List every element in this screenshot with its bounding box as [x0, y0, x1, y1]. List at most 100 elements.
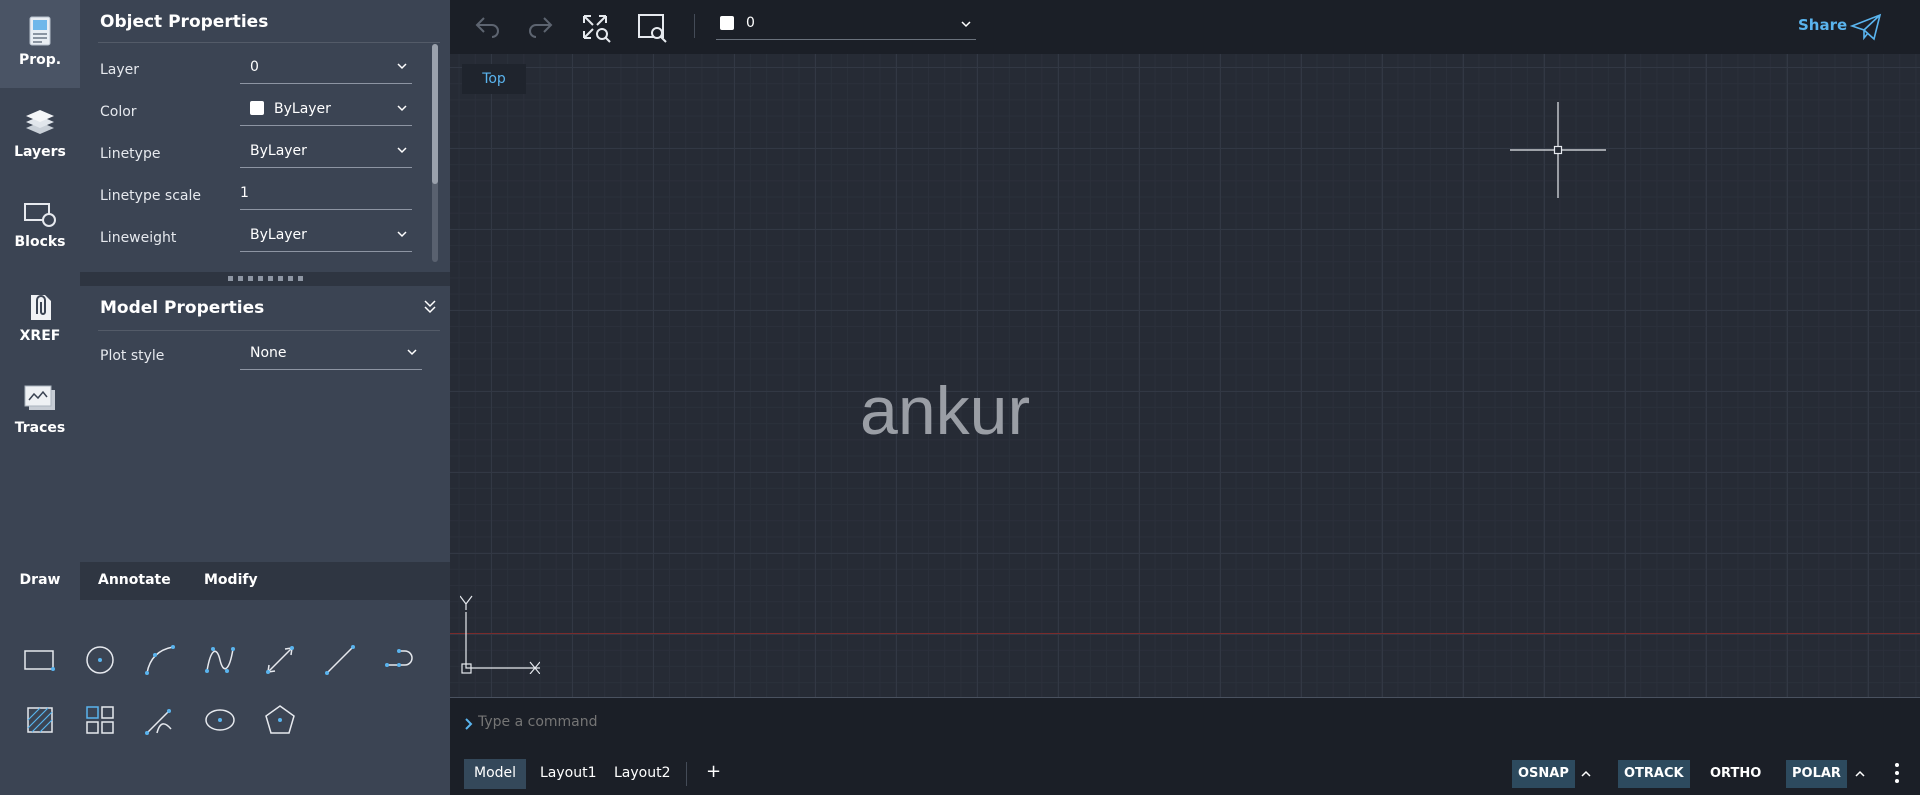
rail-item-blocks[interactable]: Blocks [0, 184, 80, 272]
array-icon [86, 706, 114, 734]
tab-modify[interactable]: Modify [204, 562, 258, 600]
drawing-canvas[interactable]: Top ankur [450, 54, 1920, 698]
rail-label-blocks: Blocks [14, 234, 66, 250]
prop-row-layer: Layer 0 [100, 52, 435, 92]
dimension-icon [266, 646, 294, 674]
paperclip-icon [31, 295, 51, 320]
drawing-text[interactable]: ankur [860, 372, 1030, 450]
ellipse-icon [205, 709, 235, 731]
redo-icon[interactable] [526, 14, 554, 38]
ellipse-tool[interactable] [200, 700, 240, 740]
linetype-scale-input[interactable]: 1 [240, 178, 412, 210]
spline-tool[interactable] [200, 640, 240, 680]
layout-tab-model[interactable]: Model [464, 759, 527, 789]
rail-item-xref[interactable]: XREF [0, 276, 80, 364]
splitter-handle[interactable] [228, 276, 308, 282]
polyline-icon [385, 649, 413, 667]
layer-select[interactable]: 0 [240, 52, 412, 84]
rail-item-traces[interactable]: Traces [0, 368, 80, 456]
circle-tool[interactable] [80, 640, 120, 680]
chevron-right-icon [465, 718, 473, 730]
rail-label-xref: XREF [19, 328, 61, 344]
layers-icon [26, 110, 54, 134]
model-properties-title: Model Properties [100, 298, 265, 318]
view-cube-label[interactable]: Top [462, 64, 526, 94]
color-select[interactable]: ByLayer [240, 94, 412, 126]
chevron-down-icon [397, 105, 407, 112]
plot-style-select[interactable]: None [240, 338, 422, 370]
hatch-icon [27, 707, 53, 733]
collapse-chevrons-icon[interactable] [423, 298, 437, 314]
rail-item-properties[interactable]: Prop. [0, 0, 80, 88]
undo-icon[interactable] [474, 14, 502, 38]
status-bar: Model Layout1 Layout2 + OSNAP OTRACK ORT… [450, 750, 1920, 795]
traces-icon [24, 385, 55, 410]
linetype-select[interactable]: ByLayer [240, 136, 412, 168]
toolbar-divider [694, 14, 695, 38]
color-value: ByLayer [274, 101, 331, 117]
chevron-down-icon [407, 349, 417, 356]
chevron-up-icon[interactable] [1854, 769, 1866, 779]
polar-toggle[interactable]: POLAR [1786, 760, 1847, 788]
linetype-scale-value: 1 [240, 185, 249, 201]
tab-draw[interactable]: Draw [0, 562, 80, 600]
rectangle-icon [24, 650, 55, 671]
hatch-tool[interactable] [20, 700, 60, 740]
divider [98, 330, 440, 331]
zoom-window-icon[interactable] [636, 12, 668, 44]
circle-icon [86, 646, 114, 674]
draw-panel: Draw Annotate Modify [0, 562, 450, 795]
zoom-extents-icon[interactable] [580, 12, 612, 44]
prop-row-linetype: Linetype ByLayer [100, 136, 435, 176]
lineweight-value: ByLayer [250, 227, 307, 243]
chevron-down-icon [961, 21, 971, 28]
line-tool[interactable] [320, 640, 360, 680]
layout-tab-layout2[interactable]: Layout2 [604, 759, 681, 789]
draw-tabs: Draw Annotate Modify [0, 562, 450, 600]
share-button[interactable]: Share [1798, 16, 1847, 34]
rail-item-layers[interactable]: Layers [0, 92, 80, 180]
layer-value: 0 [250, 59, 259, 75]
divider [98, 42, 440, 43]
prop-label-color: Color [100, 104, 137, 120]
crosshair-cursor [1510, 102, 1606, 198]
add-layout-button[interactable]: + [696, 759, 731, 789]
arc-tool[interactable] [140, 640, 180, 680]
prop-row-linetype-scale: Linetype scale 1 [100, 178, 435, 218]
dimension-tool[interactable] [260, 640, 300, 680]
more-options-icon[interactable] [1894, 762, 1900, 784]
measure-tool[interactable] [140, 700, 180, 740]
prop-label-plot-style: Plot style [100, 348, 165, 364]
polygon-tool[interactable] [260, 700, 300, 740]
layer-color-swatch [720, 16, 734, 30]
chevron-down-icon [397, 63, 407, 70]
plot-style-value: None [250, 345, 287, 361]
measure-icon [145, 709, 172, 735]
current-layer-select[interactable]: 0 [716, 10, 976, 40]
tab-annotate[interactable]: Annotate [98, 562, 171, 600]
top-toolbar: 0 Share [450, 0, 1920, 54]
divider [686, 762, 687, 786]
lineweight-select[interactable]: ByLayer [240, 220, 412, 252]
ortho-toggle[interactable]: ORTHO [1704, 760, 1767, 788]
scrollbar-thumb[interactable] [432, 44, 438, 184]
chevron-up-icon[interactable] [1580, 769, 1592, 779]
send-icon[interactable] [1850, 12, 1882, 42]
polyline-tool[interactable] [380, 640, 420, 680]
pentagon-icon [265, 705, 295, 734]
spline-icon [205, 647, 235, 673]
blocks-icon [24, 203, 56, 227]
command-line [450, 698, 1920, 750]
side-rail: Prop. Layers Blocks XREF Traces [0, 0, 80, 562]
arc-icon [145, 645, 175, 675]
layout-tab-layout1[interactable]: Layout1 [530, 759, 607, 789]
osnap-toggle[interactable]: OSNAP [1512, 760, 1575, 788]
array-tool[interactable] [80, 700, 120, 740]
otrack-toggle[interactable]: OTRACK [1618, 760, 1690, 788]
command-input[interactable] [478, 714, 1078, 730]
linetype-value: ByLayer [250, 143, 307, 159]
chevron-down-icon [397, 231, 407, 238]
rail-label-properties: Prop. [18, 52, 62, 68]
object-properties-title: Object Properties [100, 12, 269, 32]
rectangle-tool[interactable] [20, 640, 60, 680]
